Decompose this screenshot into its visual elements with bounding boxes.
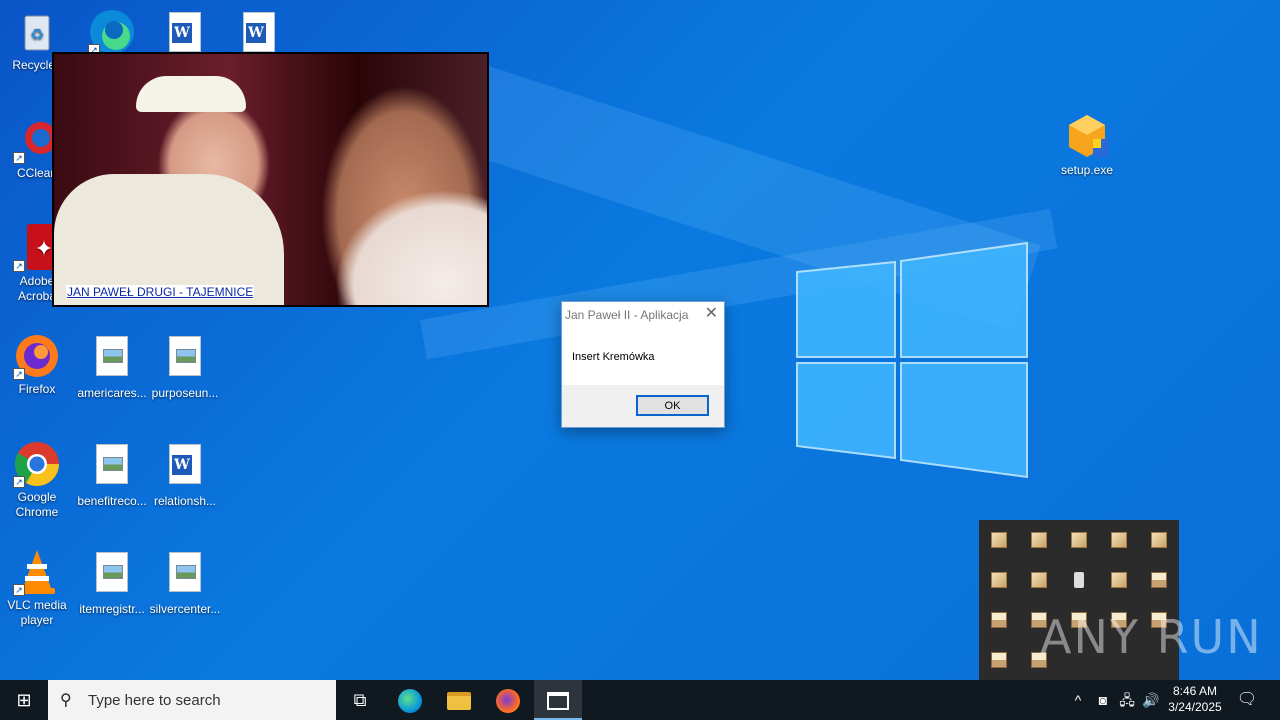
image-file-icon	[161, 552, 209, 600]
tray-app-icon[interactable]	[991, 612, 1007, 628]
network-icon: 🖧	[1119, 692, 1135, 708]
tray-app-icon[interactable]	[1031, 532, 1047, 548]
video-figure-cap	[136, 76, 246, 112]
recycle-bin-icon: ♻	[13, 8, 61, 56]
volume-tray[interactable]: 🔊	[1140, 680, 1162, 720]
chrome-icon: ↗	[13, 440, 61, 488]
desktop-icon-silvercenter[interactable]: silvercenter...	[148, 548, 222, 617]
desktop-icon-label: purposeun...	[151, 386, 219, 400]
tray-app-icon[interactable]	[1111, 532, 1127, 548]
desktop-icon-setup-exe[interactable]: setup.exe	[1050, 113, 1124, 178]
vlc-icon: ↗	[13, 548, 61, 596]
dialog-titlebar[interactable]: Jan Paweł II - Aplikacja ✕	[562, 302, 724, 328]
camera-icon: ◙	[1098, 692, 1108, 708]
task-view-button[interactable]: ⧉	[336, 680, 384, 720]
search-placeholder: Type here to search	[88, 692, 221, 709]
shortcut-arrow-icon: ↗	[13, 260, 25, 272]
taskbar-active-window[interactable]	[534, 680, 582, 720]
word-doc-icon: W	[161, 444, 209, 492]
action-center-button[interactable]: 🗨	[1234, 680, 1260, 720]
ok-button[interactable]: OK	[636, 395, 709, 416]
setup-exe-icon	[1063, 113, 1111, 161]
desktop-icon-label: VLC media player	[7, 598, 67, 627]
anyrun-watermark: ANY RUN	[1040, 610, 1263, 664]
message-dialog: Jan Paweł II - Aplikacja ✕ Insert Kremów…	[561, 301, 725, 428]
svg-text:✦: ✦	[35, 236, 53, 261]
tray-app-icon[interactable]	[1151, 532, 1167, 548]
desktop-icon-firefox[interactable]: ↗ Firefox	[0, 332, 74, 397]
desktop-icon-relationsh[interactable]: W relationsh...	[148, 440, 222, 509]
image-file-icon	[88, 336, 136, 384]
desktop-icon-vlc[interactable]: ↗ VLC media player	[0, 548, 74, 628]
search-icon: ⚲	[60, 692, 72, 709]
desktop-icon-label: americares...	[77, 386, 147, 400]
taskbar-clock[interactable]: 8:46 AM 3/24/2025	[1160, 683, 1230, 715]
speaker-icon: 🔊	[1142, 692, 1160, 708]
shortcut-arrow-icon: ↗	[13, 368, 25, 380]
tray-app-icon[interactable]	[1071, 532, 1087, 548]
notification-icon: 🗨	[1236, 691, 1258, 708]
edge-icon	[398, 689, 422, 714]
start-button[interactable]: ⊞	[0, 680, 48, 720]
usb-icon[interactable]	[1074, 572, 1084, 588]
image-file-icon	[88, 552, 136, 600]
desktop-icon-label: setup.exe	[1060, 163, 1114, 177]
show-hidden-icons-button[interactable]: ^	[1068, 680, 1088, 720]
desktop-icon-label: itemregistr...	[79, 602, 145, 616]
close-icon[interactable]: ✕	[705, 305, 718, 323]
desktop-icon-edge[interactable]: ↗	[75, 8, 149, 58]
shortcut-arrow-icon: ↗	[13, 584, 25, 596]
shortcut-arrow-icon: ↗	[13, 476, 25, 488]
desktop-icon-google-chrome[interactable]: ↗ Google Chrome	[0, 440, 74, 520]
video-popup-window[interactable]: JAN PAWEŁ DRUGI - TAJEMNICE	[52, 52, 489, 307]
desktop-icon-benefitreco[interactable]: benefitreco...	[75, 440, 149, 509]
desktop-icon-americares[interactable]: americares...	[75, 332, 149, 401]
taskbar-firefox[interactable]	[484, 680, 532, 720]
tray-app-icon[interactable]	[991, 572, 1007, 588]
tray-app-icon[interactable]	[1111, 572, 1127, 588]
dialog-message: Insert Kremówka	[572, 351, 655, 363]
desktop-icon-itemregistr[interactable]: itemregistr...	[75, 548, 149, 617]
taskbar: ⊞ ⚲ Type here to search ⧉ ^ ◙ 🖧 🔊 8:46 A…	[0, 680, 1280, 720]
firefox-icon: ↗	[13, 332, 61, 380]
desktop-icon-label: relationsh...	[153, 494, 217, 508]
image-file-icon	[161, 336, 209, 384]
task-view-icon: ⧉	[353, 690, 367, 710]
window-icon	[547, 692, 569, 711]
desktop-icon-label: silvercenter...	[149, 602, 221, 616]
firefox-icon	[496, 689, 520, 714]
dialog-title: Jan Paweł II - Aplikacja	[565, 308, 689, 322]
desktop-icon-label: benefitreco...	[77, 494, 147, 508]
dialog-footer: OK	[562, 385, 724, 427]
desktop-icon-label: Firefox	[18, 382, 56, 396]
image-file-icon	[88, 444, 136, 492]
meet-now-tray[interactable]: ◙	[1092, 680, 1114, 720]
desktop-icon-label: Google Chrome	[15, 490, 59, 519]
tray-app-icon[interactable]	[1031, 572, 1047, 588]
shortcut-arrow-icon: ↗	[13, 152, 25, 164]
folder-icon	[447, 692, 471, 711]
tray-app-icon[interactable]	[1151, 572, 1167, 588]
clock-time: 8:46 AM	[1172, 684, 1218, 698]
taskbar-edge[interactable]	[386, 680, 434, 720]
edge-icon: ↗	[88, 8, 136, 56]
network-tray[interactable]: 🖧	[1116, 680, 1138, 720]
clock-date: 3/24/2025	[1168, 700, 1222, 714]
tray-app-icon[interactable]	[991, 532, 1007, 548]
desktop-icon-purposeun[interactable]: purposeun...	[148, 332, 222, 401]
popup-title-link[interactable]: JAN PAWEŁ DRUGI - TAJEMNICE	[66, 285, 255, 299]
taskbar-search-box[interactable]: ⚲ Type here to search	[48, 680, 336, 720]
svg-text:♻: ♻	[30, 27, 44, 44]
windows-logo-icon: ⊞	[16, 690, 32, 710]
tray-app-icon[interactable]	[991, 652, 1007, 668]
chevron-up-icon: ^	[1074, 692, 1082, 708]
taskbar-file-explorer[interactable]	[435, 680, 483, 720]
